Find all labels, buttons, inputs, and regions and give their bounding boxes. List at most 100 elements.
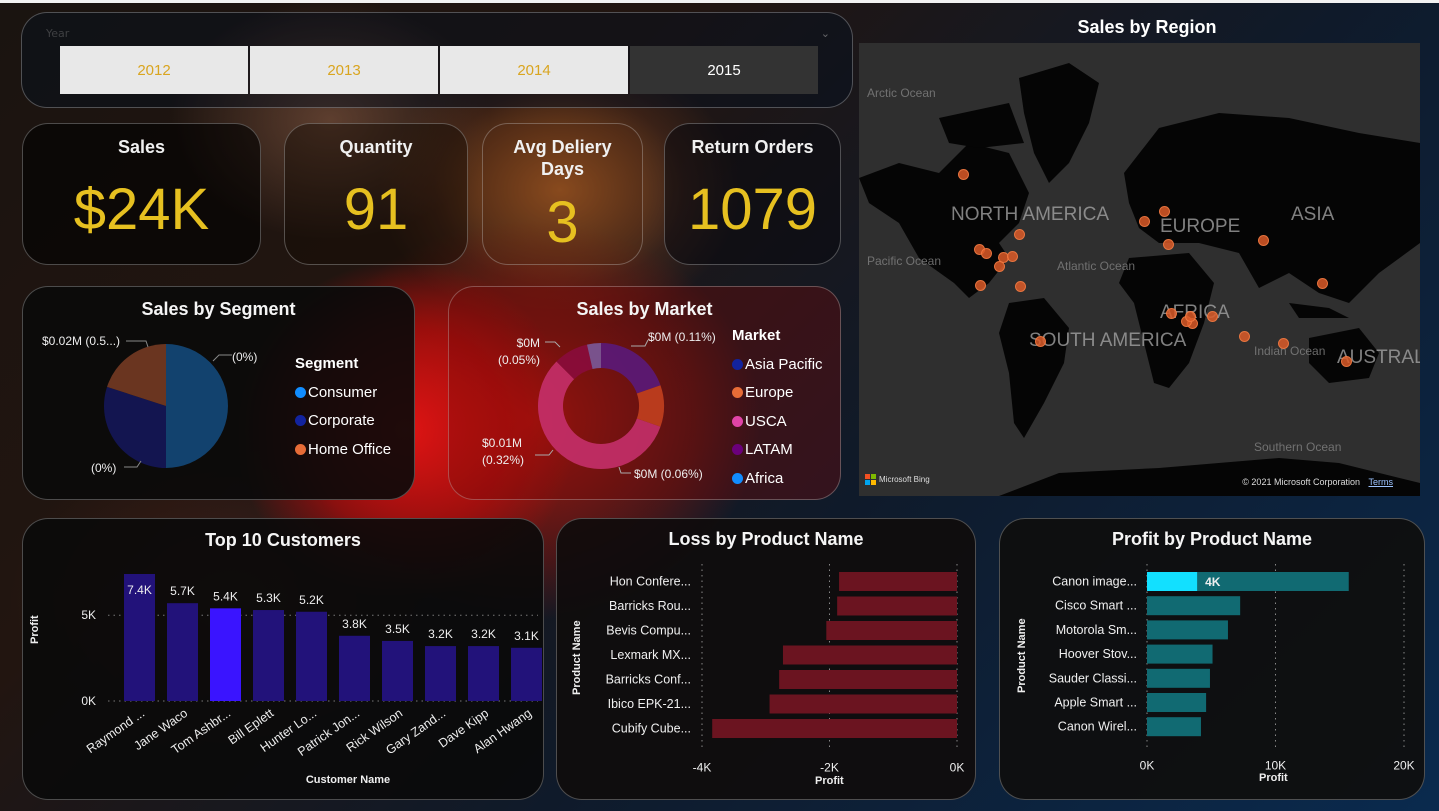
legend-label: Corporate <box>308 412 375 430</box>
data-label: 3.5K <box>385 622 410 636</box>
bar <box>1147 620 1228 640</box>
kpi-card-avg-delivery-days: Avg Deliery Days 3 <box>482 123 643 265</box>
kpi-title: Quantity <box>339 137 413 157</box>
legend-item-consumer[interactable]: Consumer <box>295 378 391 407</box>
leader-line <box>124 460 142 468</box>
segment-legend: Segment Consumer Corporate Home Office <box>295 355 391 464</box>
bar <box>1147 596 1241 616</box>
map-bubble[interactable] <box>1015 281 1026 292</box>
map-bubble[interactable] <box>1007 251 1018 262</box>
bar <box>468 646 499 701</box>
map-bubble[interactable] <box>1278 338 1289 349</box>
map-bubble[interactable] <box>975 280 986 291</box>
year-option-2013[interactable]: 2013 <box>250 46 438 94</box>
y-axis-title: Product Name <box>571 620 583 695</box>
y-tick-label: Bevis Compu... <box>606 624 691 638</box>
legend-item-africa[interactable]: Africa <box>732 464 823 493</box>
continent-label: NORTH AMERICA <box>951 204 1110 225</box>
chevron-down-icon[interactable]: ⌄ <box>821 27 830 40</box>
kpi-title: Sales <box>117 137 166 157</box>
bing-attribution: Microsoft Bing <box>865 474 930 485</box>
bar <box>1147 644 1213 664</box>
legend-dot <box>295 415 306 427</box>
ocean-label: Atlantic Ocean <box>1057 259 1136 273</box>
leader-line <box>212 354 232 362</box>
leader-line <box>631 339 649 347</box>
data-label: 5.2K <box>299 593 324 607</box>
legend-dot <box>732 387 743 399</box>
landmass-south-america <box>999 298 1069 438</box>
legend-item-europe[interactable]: Europe <box>732 379 823 408</box>
legend-label: USCA <box>745 412 787 430</box>
bar <box>1147 693 1207 712</box>
terms-link[interactable]: Terms <box>1369 477 1394 487</box>
map-bubble[interactable] <box>981 248 992 259</box>
y-tick-label: Cubify Cube... <box>612 722 691 736</box>
kpi-card-sales: Sales $24K <box>22 123 261 265</box>
bar <box>382 640 413 701</box>
continent-label: EUROPE <box>1160 216 1241 237</box>
legend-item-home-office[interactable]: Home Office <box>295 435 391 464</box>
sales-by-market-card: Sales by Market $0M (0.11%) $0M (0.05%) … <box>448 286 841 500</box>
year-option-2012[interactable]: 2012 <box>60 46 248 94</box>
year-option-2015[interactable]: 2015 <box>630 46 818 94</box>
legend-item-asia-pacific[interactable]: Asia Pacific <box>732 350 823 379</box>
bar <box>339 635 370 701</box>
map-bubble[interactable] <box>1239 331 1250 342</box>
x-tick-label: 20K <box>1393 758 1414 772</box>
bar <box>1147 668 1210 688</box>
x-tick-label: -4K <box>693 761 712 775</box>
bar-highlight <box>1147 572 1198 591</box>
map-bubble[interactable] <box>1166 308 1177 319</box>
loss-bar-chart: -4K -2K 0K Hon Confere... Barricks Rou... Bev… <box>606 564 964 775</box>
map-bubble[interactable] <box>1317 278 1328 289</box>
data-label: $0M (0.06%) <box>634 467 703 481</box>
map-bubble[interactable] <box>958 169 969 180</box>
continent-label: ASIA <box>1291 204 1335 225</box>
data-label: (0%) <box>232 350 258 364</box>
chart-title: Sales by Region <box>1077 17 1217 37</box>
bar <box>296 611 327 701</box>
bar <box>1147 717 1201 737</box>
x-axis-title: Customer Name <box>305 774 391 786</box>
legend-label: Asia Pacific <box>745 355 823 373</box>
bar <box>837 596 957 616</box>
ocean-label: Arctic Ocean <box>867 86 936 100</box>
data-label: 3.1K <box>514 629 539 643</box>
y-tick-label: 5K <box>81 608 96 622</box>
legend-item-usca[interactable]: USCA <box>732 407 823 436</box>
data-label: (0%) <box>91 461 117 475</box>
map-bubble[interactable] <box>1163 239 1174 250</box>
legend-item-latam[interactable]: LATAM <box>732 436 823 465</box>
data-label: $0.02M (0.5...) <box>42 334 121 348</box>
legend-label: Europe <box>745 384 794 402</box>
map-bubble[interactable] <box>1258 235 1269 246</box>
microsoft-logo-icon <box>865 474 876 485</box>
donut-slice-asia-pacific <box>601 343 661 394</box>
year-option-2014[interactable]: 2014 <box>440 46 628 94</box>
map-bubble[interactable] <box>1207 311 1218 322</box>
map-bubble[interactable] <box>1014 229 1025 240</box>
map-bubble[interactable] <box>1159 206 1170 217</box>
legend-label: Africa <box>745 469 784 487</box>
leader-line <box>126 340 149 348</box>
legend-dot <box>732 415 743 427</box>
legend-item-corporate[interactable]: Corporate <box>295 407 391 436</box>
map-bubble[interactable] <box>1035 336 1046 347</box>
data-label: 3.2K <box>471 627 496 641</box>
kpi-value: $24K <box>73 177 210 242</box>
data-label: 5.7K <box>170 584 195 598</box>
map-bubble[interactable] <box>1341 356 1352 367</box>
bar <box>839 572 957 591</box>
legend-label: LATAM <box>745 441 793 459</box>
top-customers-bar-chart: 0K5K7.4KRaymond ...5.7KJane Waco5.4KTom … <box>81 574 542 759</box>
map-bubble[interactable] <box>1139 216 1150 227</box>
map-bubble[interactable] <box>994 261 1005 272</box>
ocean-label: Indian Ocean <box>1254 344 1326 358</box>
data-label: 5.3K <box>256 591 281 605</box>
legend-title: Segment <box>295 355 359 372</box>
map-landmass <box>859 63 1420 496</box>
region-map[interactable]: Arctic Ocean Pacific Ocean Atlantic Ocea… <box>859 43 1420 496</box>
data-label: 4K <box>1205 575 1221 589</box>
map-bubble[interactable] <box>1185 311 1196 322</box>
